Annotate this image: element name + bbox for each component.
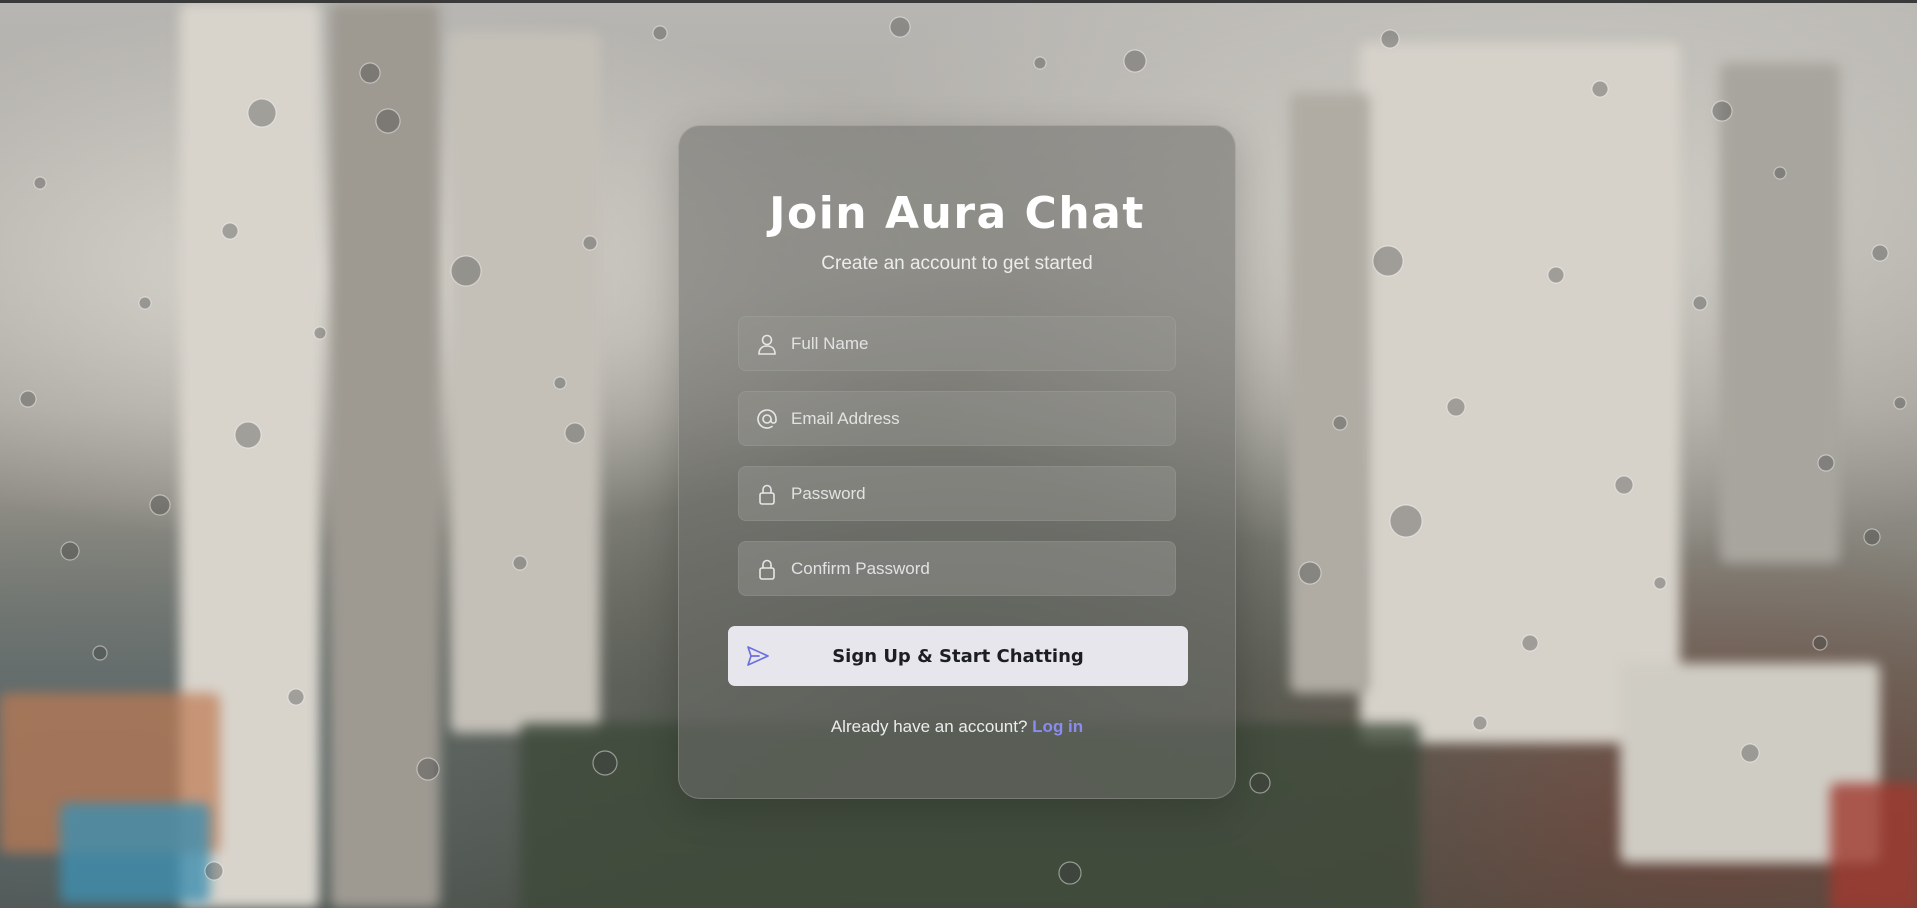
background-building (1360, 43, 1680, 743)
email-input[interactable] (789, 391, 1175, 446)
login-link[interactable]: Log in (1032, 717, 1083, 736)
page-subtitle: Create an account to get started (821, 253, 1093, 274)
signup-button-label: Sign Up & Start Chatting (832, 645, 1084, 667)
at-icon (755, 407, 779, 431)
background-building (1290, 93, 1370, 693)
send-icon (746, 645, 770, 667)
confirm-password-field[interactable] (738, 541, 1176, 596)
background-building (330, 3, 440, 908)
background-building (1720, 63, 1840, 563)
full-name-field[interactable] (738, 316, 1176, 371)
signup-card: Join Aura Chat Create an account to get … (678, 125, 1236, 799)
lock-icon (755, 557, 779, 581)
email-field[interactable] (738, 391, 1176, 446)
user-icon (755, 332, 779, 356)
background-building (1830, 783, 1917, 908)
login-prompt-row: Already have an account? Log in (679, 717, 1235, 737)
full-name-input[interactable] (789, 316, 1175, 371)
page-title: Join Aura Chat (769, 188, 1145, 239)
signup-page: Join Aura Chat Create an account to get … (0, 0, 1917, 908)
login-prompt-text: Already have an account? (830, 717, 1028, 736)
lock-icon (755, 482, 779, 506)
background-building (60, 803, 210, 903)
password-input[interactable] (789, 466, 1175, 521)
signup-button[interactable]: Sign Up & Start Chatting (728, 626, 1188, 686)
password-field[interactable] (738, 466, 1176, 521)
background-building (450, 33, 600, 733)
confirm-password-input[interactable] (789, 541, 1175, 596)
